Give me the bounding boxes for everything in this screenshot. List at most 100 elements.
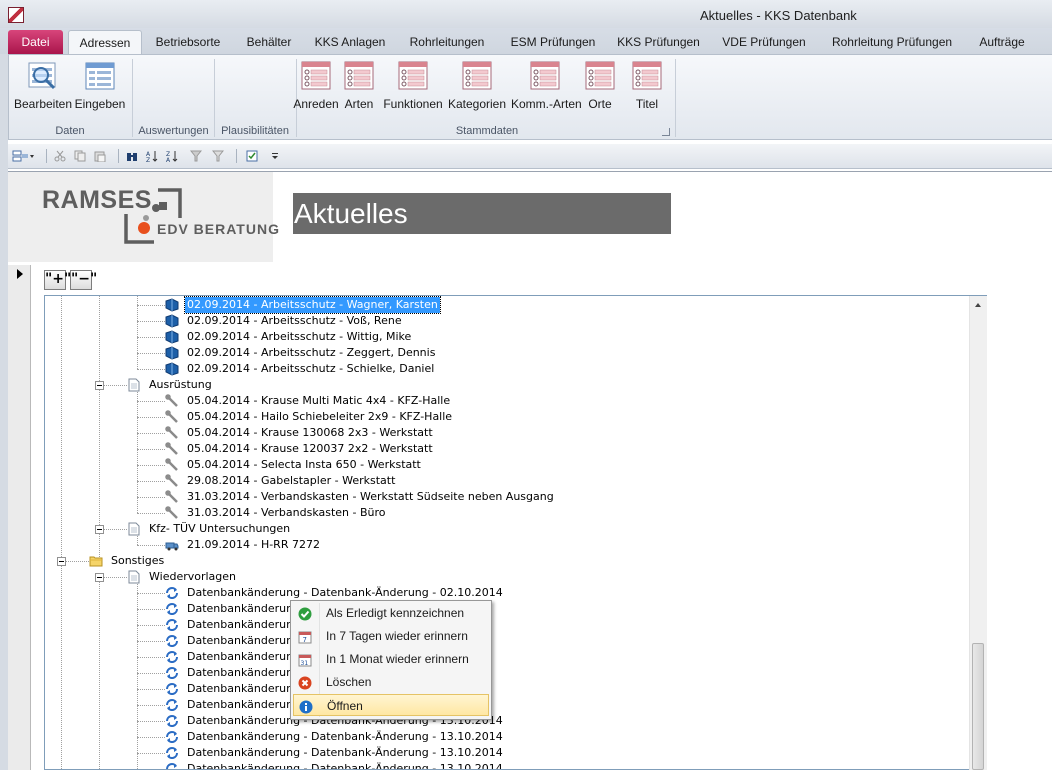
context-menu-item-5[interactable]: Öffnen — [293, 694, 489, 716]
copy-icon[interactable] — [74, 150, 86, 162]
stammdaten-button-funktionen[interactable]: Funktionen — [381, 61, 445, 111]
stammdaten-button-arten[interactable]: Arten — [341, 61, 377, 111]
tree-node-label: 21.09.2014 - H-RR 7272 — [187, 538, 320, 551]
customize-toolbar-icon[interactable] — [270, 150, 280, 162]
find-binoculars-icon[interactable] — [126, 150, 138, 162]
tree-connector-line — [137, 593, 165, 594]
stammdaten-button-label: Orte — [588, 97, 612, 111]
sort-ascending-icon[interactable]: AZ — [146, 150, 158, 162]
record-list-icon — [301, 61, 331, 90]
record-list-icon — [585, 61, 615, 90]
context-menu-item-1[interactable]: Als Erledigt kennzeichnen — [293, 602, 489, 624]
svg-text:31: 31 — [301, 660, 309, 667]
eingeben-label: Eingeben — [74, 97, 126, 111]
tab-rohrleitungen[interactable]: Rohrleitungen — [398, 31, 496, 53]
collapse-node-toggle-icon[interactable] — [95, 573, 104, 582]
tab-vde-pruefungen[interactable]: VDE Prüfungen — [714, 31, 814, 53]
tab-rohrleitung-pruefungen[interactable]: Rohrleitung Prüfungen — [821, 31, 963, 53]
tree-connector-line — [137, 321, 165, 322]
collapse-node-toggle-icon[interactable] — [95, 381, 104, 390]
expand-all-button[interactable]: "+" — [44, 270, 71, 290]
tree-connector-line — [137, 305, 165, 306]
context-menu-item-3[interactable]: 31 In 1 Monat wieder erinnern — [293, 648, 489, 670]
tab-kks-anlagen[interactable]: KKS Anlagen — [309, 31, 391, 53]
tab-kks-pruefungen[interactable]: KKS Prüfungen — [610, 31, 707, 53]
scroll-up-arrow-icon[interactable] — [975, 303, 981, 307]
sort-descending-icon[interactable]: ZA — [166, 150, 178, 162]
stammdaten-button-komm-arten[interactable]: Komm.-Arten — [511, 61, 582, 111]
refresh-icon — [165, 762, 179, 769]
wrench-icon — [165, 426, 179, 440]
refresh-icon — [165, 602, 179, 616]
stammdaten-button-label: Komm.-Arten — [511, 97, 582, 111]
tree-connector-line — [137, 641, 165, 642]
stammdaten-button-kategorien[interactable]: Kategorien — [447, 61, 507, 111]
refresh-records-icon[interactable] — [246, 150, 258, 162]
context-menu-item-2[interactable]: 7 In 7 Tagen wieder erinnern — [293, 625, 489, 647]
tab-auftraege[interactable]: Aufträge — [970, 31, 1034, 53]
toolbar-separator — [236, 149, 237, 163]
tree-connector-line — [137, 657, 165, 658]
record-list-icon — [462, 61, 492, 90]
record-selector[interactable] — [8, 265, 31, 770]
context-menu-item-label: In 1 Monat wieder erinnern — [326, 652, 469, 666]
refresh-icon — [165, 698, 179, 712]
collapse-all-button[interactable]: "−" — [70, 270, 97, 290]
group-label-stammdaten: Stammdaten — [455, 125, 519, 137]
view-switch-icon[interactable] — [12, 150, 34, 162]
svg-text:Z: Z — [146, 157, 150, 162]
tree-connector-line — [137, 296, 138, 369]
collapse-node-toggle-icon[interactable] — [57, 557, 66, 566]
refresh-icon — [165, 634, 179, 648]
quick-toolbar: AZ ZA — [8, 144, 1052, 169]
stammdaten-button-titel[interactable]: Titel — [627, 61, 667, 111]
collapse-node-toggle-icon[interactable] — [95, 525, 104, 534]
window-left-border — [0, 54, 8, 770]
tree-connector-line — [137, 353, 165, 354]
logo-subtitle: EDV BERATUNG — [157, 221, 280, 237]
group-label-auswertungen: Auswertungen — [138, 125, 209, 137]
dialog-launcher-icon[interactable] — [662, 128, 670, 136]
ribbon: Bearbeiten Eingeben Daten Auswertungen P… — [8, 54, 1052, 140]
tree-node-label: 05.04.2014 - Krause 130068 2x3 - Werksta… — [187, 426, 433, 439]
record-list-icon — [398, 61, 428, 90]
group-separator — [675, 59, 676, 137]
check-circle-icon — [298, 606, 312, 621]
wrench-icon — [165, 506, 179, 520]
refresh-icon — [165, 618, 179, 632]
stammdaten-button-label: Funktionen — [383, 97, 443, 111]
tab-betriebsorte[interactable]: Betriebsorte — [147, 31, 229, 53]
paste-icon[interactable] — [94, 150, 106, 162]
tree-view[interactable]: 02.09.2014 - Arbeitsschutz - Wagner, Kar… — [44, 295, 987, 770]
tree-node-label: Wiedervorlagen — [149, 570, 237, 583]
filter-icon[interactable] — [212, 150, 224, 162]
tree-node-label: 02.09.2014 - Arbeitsschutz - Wittig, Mik… — [187, 330, 412, 343]
tree-connector-line — [137, 513, 165, 514]
filter-selection-icon[interactable] — [190, 150, 202, 162]
tree-node-label: 05.04.2014 - Krause Multi Matic 4x4 - KF… — [187, 394, 451, 407]
tree-node-label: 29.08.2014 - Gabelstapler - Werkstatt — [187, 474, 396, 487]
stammdaten-button-label: Titel — [635, 97, 659, 111]
tree-connector-line — [137, 673, 165, 674]
tab-behaelter[interactable]: Behälter — [236, 31, 302, 53]
window-title: Aktuelles - KKS Datenbank — [700, 8, 857, 23]
wrench-icon — [165, 442, 179, 456]
app-icon[interactable] — [8, 7, 24, 23]
stammdaten-button-anreden[interactable]: Anreden — [292, 61, 340, 111]
tab-adressen[interactable]: Adressen — [68, 30, 142, 56]
eingeben-button[interactable]: Eingeben — [73, 61, 127, 111]
bearbeiten-button[interactable]: Bearbeiten — [13, 61, 73, 111]
context-menu: Als Erledigt kennzeichnen 7 In 7 Tagen wie… — [290, 600, 492, 720]
tab-datei[interactable]: Datei — [8, 30, 63, 54]
svg-text:7: 7 — [303, 636, 307, 644]
tree-node-label: 31.03.2014 - Verbandskasten - Büro — [187, 506, 386, 519]
stammdaten-button-orte[interactable]: Orte — [579, 61, 621, 111]
wrench-icon — [165, 474, 179, 488]
scrollbar-thumb[interactable] — [972, 643, 984, 770]
tree-node-label: 05.04.2014 - Selecta Insta 650 - Werksta… — [187, 458, 421, 471]
context-menu-item-4[interactable]: Löschen — [293, 671, 489, 693]
tree-node-label: 02.09.2014 - Arbeitsschutz - Schielke, D… — [187, 362, 435, 375]
tree-node-label: Ausrüstung — [149, 378, 212, 391]
tab-esm-pruefungen[interactable]: ESM Prüfungen — [503, 31, 603, 53]
cut-icon[interactable] — [54, 150, 66, 162]
